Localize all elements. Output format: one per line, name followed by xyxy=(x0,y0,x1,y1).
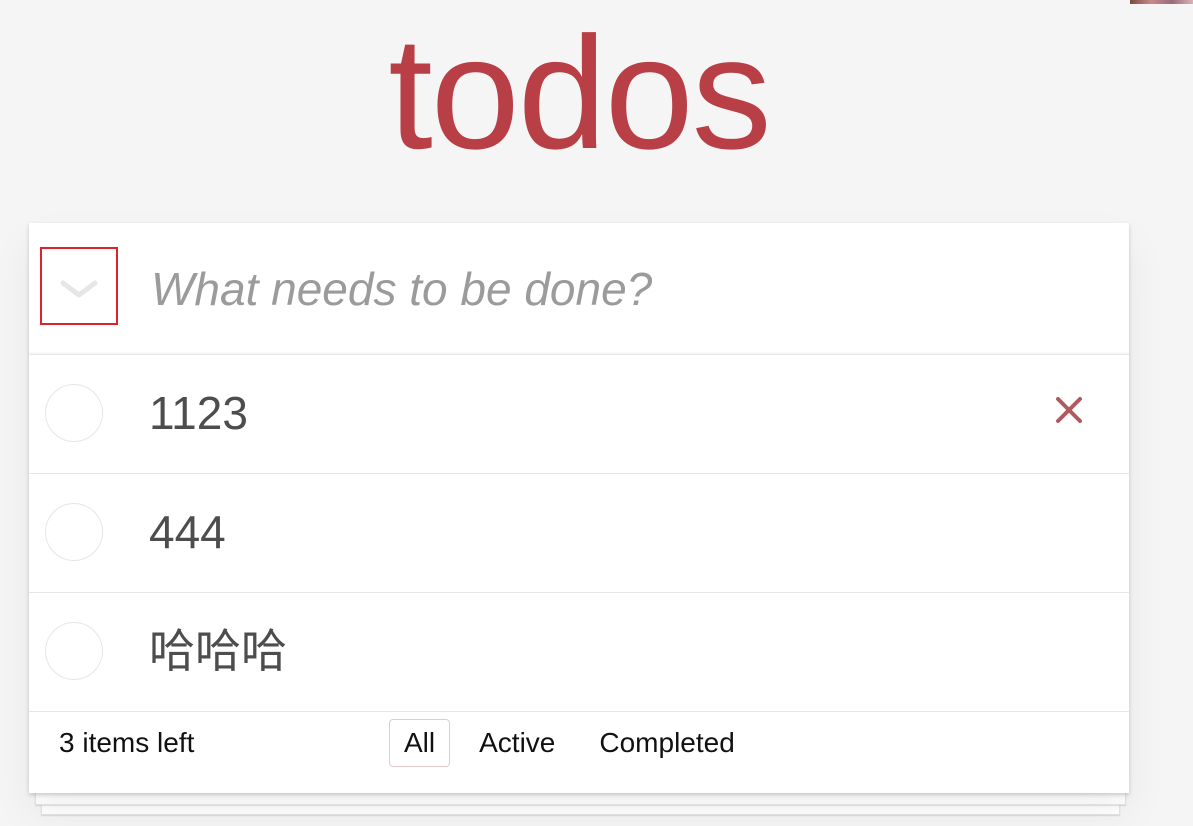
todo-toggle-checkbox[interactable] xyxy=(45,384,103,442)
filter-completed-link[interactable]: Completed xyxy=(584,719,749,767)
filter-list: All Active Completed xyxy=(389,719,750,767)
corner-thumbnail xyxy=(1130,0,1193,4)
filter-item-completed: Completed xyxy=(584,719,749,767)
filter-item-active: Active xyxy=(464,719,570,767)
todo-item: 1123 xyxy=(29,355,1129,474)
destroy-button[interactable] xyxy=(1051,391,1087,431)
todo-label[interactable]: 哈哈哈 xyxy=(149,621,287,681)
todo-item: 哈哈哈 xyxy=(29,593,1129,712)
items-left-count: 3 items left xyxy=(59,727,195,758)
new-todo-header xyxy=(29,223,1129,355)
todo-footer: 3 items left All Active Completed xyxy=(29,713,1129,793)
close-icon xyxy=(1056,397,1082,423)
chevron-down-icon xyxy=(60,280,98,298)
todo-app-page: todos 1123 xyxy=(0,0,1193,826)
toggle-all-button[interactable] xyxy=(40,247,118,325)
todo-toggle-checkbox[interactable] xyxy=(45,503,103,561)
new-todo-input[interactable] xyxy=(151,251,1091,327)
filter-active-link[interactable]: Active xyxy=(464,719,570,767)
filter-item-all: All xyxy=(389,719,451,767)
todo-card: 1123 444 哈哈哈 3 items left xyxy=(29,223,1129,793)
todo-toggle-checkbox[interactable] xyxy=(45,622,103,680)
filter-all-link[interactable]: All xyxy=(389,719,451,767)
app-title: todos xyxy=(388,3,771,182)
todo-list: 1123 444 哈哈哈 xyxy=(29,355,1129,712)
todo-label[interactable]: 1123 xyxy=(149,383,248,443)
todo-label[interactable]: 444 xyxy=(149,502,226,562)
todo-item: 444 xyxy=(29,474,1129,593)
